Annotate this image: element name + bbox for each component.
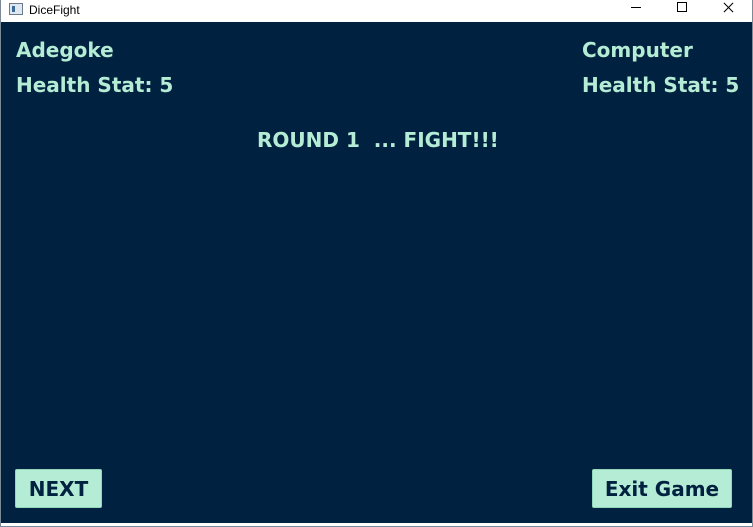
round-status: ROUND 1 ... FIGHT!!! [257,128,499,152]
opponent-health: Health Stat: 5 [582,73,740,97]
next-button[interactable]: NEXT [15,469,102,508]
close-icon[interactable] [705,0,751,22]
title-bar[interactable]: DiceFight [1,0,752,22]
window-title: DiceFight [29,3,80,17]
player-name: Adegoke [16,38,114,62]
app-window: DiceFight Adegoke Health Stat: 5 Compute… [0,0,753,527]
exit-game-button[interactable]: Exit Game [592,469,732,508]
player-health: Health Stat: 5 [16,73,174,97]
app-icon [9,3,23,15]
maximize-icon[interactable] [659,0,705,22]
game-area: Adegoke Health Stat: 5 Computer Health S… [1,22,752,523]
opponent-name: Computer [582,38,693,62]
minimize-icon[interactable] [613,0,659,22]
